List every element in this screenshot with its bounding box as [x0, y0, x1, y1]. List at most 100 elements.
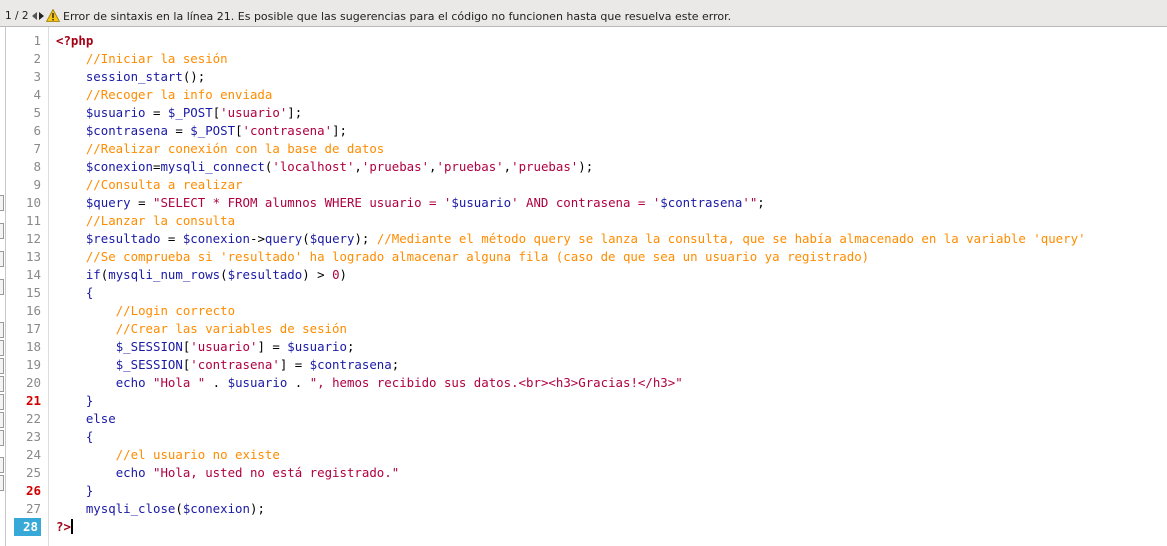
code-line[interactable]: echo "Hola, usted no está registrado.": [56, 464, 1086, 482]
panel-tab-icon[interactable]: [0, 394, 4, 410]
line-number[interactable]: 22: [6, 410, 41, 428]
code-line[interactable]: //Se comprueba si 'resultado' ha logrado…: [56, 248, 1086, 266]
line-number[interactable]: 8: [6, 158, 41, 176]
panel-tab-icon[interactable]: [0, 457, 4, 473]
code-line[interactable]: {: [56, 284, 1086, 302]
previous-error-icon[interactable]: [32, 12, 37, 20]
code-line[interactable]: }: [56, 392, 1086, 410]
line-number[interactable]: 10: [6, 194, 41, 212]
code-line[interactable]: mysqli_close($conexion);: [56, 500, 1086, 518]
line-number[interactable]: 20: [6, 374, 41, 392]
panel-tab-icon[interactable]: [0, 322, 4, 338]
code-line[interactable]: session_start();: [56, 68, 1086, 86]
code-line[interactable]: //Login correcto: [56, 302, 1086, 320]
code-token: (: [175, 501, 183, 516]
text-cursor: [70, 519, 73, 534]
line-number[interactable]: 4: [6, 86, 41, 104]
code-token: mysqli_close: [85, 501, 176, 516]
line-number[interactable]: 1: [6, 32, 41, 50]
code-line[interactable]: else: [56, 410, 1086, 428]
code-token: ,: [429, 159, 437, 174]
code-token: 0: [332, 267, 340, 282]
code-token: //Lanzar la consulta: [85, 213, 236, 228]
panel-tab-icon[interactable]: [0, 279, 4, 295]
line-number[interactable]: 19: [6, 356, 41, 374]
line-number[interactable]: 5: [6, 104, 41, 122]
code-token: else: [85, 411, 116, 426]
line-number[interactable]: 27: [6, 500, 41, 518]
line-number[interactable]: 3: [6, 68, 41, 86]
code-line[interactable]: $conexion=mysqli_connect('localhost','pr…: [56, 158, 1086, 176]
code-line[interactable]: //Consulta a realizar: [56, 176, 1086, 194]
panel-tab-icon[interactable]: [0, 223, 4, 239]
code-token: {: [85, 429, 94, 444]
panel-tab-icon[interactable]: [0, 430, 4, 446]
code-line[interactable]: {: [56, 428, 1086, 446]
code-line[interactable]: $resultado = $conexion->query($query); /…: [56, 230, 1086, 248]
next-error-icon[interactable]: [39, 12, 44, 20]
code-token: "SELECT * FROM alumnos WHERE usuario = ': [153, 195, 452, 210]
panel-tab-icon[interactable]: [0, 340, 4, 356]
panel-tab-icon[interactable]: [0, 475, 4, 491]
line-number[interactable]: 17: [6, 320, 41, 338]
line-number[interactable]: 15: [6, 284, 41, 302]
code-editor[interactable]: <?php //Iniciar la sesión session_start(…: [56, 32, 1086, 536]
code-line[interactable]: //Realizar conexión con la base de datos: [56, 140, 1086, 158]
line-number[interactable]: 9: [6, 176, 41, 194]
code-token: $query: [85, 195, 131, 210]
line-number[interactable]: 16: [6, 302, 41, 320]
line-number[interactable]: 18: [6, 338, 41, 356]
panel-tab-icon[interactable]: [0, 412, 4, 428]
code-line[interactable]: <?php: [56, 32, 1086, 50]
code-line[interactable]: $_SESSION['contrasena'] = $contrasena;: [56, 356, 1086, 374]
warning-icon: [46, 9, 60, 22]
code-token: ];: [332, 123, 347, 138]
code-line[interactable]: $query = "SELECT * FROM alumnos WHERE us…: [56, 194, 1086, 212]
line-number[interactable]: 6: [6, 122, 41, 140]
line-number[interactable]: 13: [6, 248, 41, 266]
line-number[interactable]: 2: [6, 50, 41, 68]
code-line[interactable]: //Iniciar la sesión: [56, 50, 1086, 68]
panel-tab-icon[interactable]: [0, 195, 4, 211]
code-line[interactable]: if(mysqli_num_rows($resultado) > 0): [56, 266, 1086, 284]
code-line[interactable]: //Crear las variables de sesión: [56, 320, 1086, 338]
line-number[interactable]: 25: [6, 464, 41, 482]
code-token: session_start: [85, 69, 183, 84]
code-token: $contrasena: [660, 195, 743, 210]
line-number[interactable]: 28: [6, 518, 41, 536]
panel-tab-icon[interactable]: [0, 358, 4, 374]
code-line[interactable]: //Lanzar la consulta: [56, 212, 1086, 230]
code-line[interactable]: }: [56, 482, 1086, 500]
code-token: 'pruebas': [436, 159, 504, 174]
code-line[interactable]: echo "Hola " . $usuario . ", hemos recib…: [56, 374, 1086, 392]
code-line[interactable]: $_SESSION['usuario'] = $usuario;: [56, 338, 1086, 356]
code-line[interactable]: //el usuario no existe: [56, 446, 1086, 464]
code-token: [: [235, 123, 243, 138]
code-line[interactable]: $usuario = $_POST['usuario'];: [56, 104, 1086, 122]
code-line[interactable]: ?>: [56, 518, 1086, 536]
panel-tab-icon[interactable]: [0, 251, 4, 267]
line-number[interactable]: 14: [6, 266, 41, 284]
panel-tab-icon[interactable]: [0, 376, 4, 392]
line-number[interactable]: 21: [6, 392, 41, 410]
line-number[interactable]: 26: [6, 482, 41, 500]
code-line[interactable]: $contrasena = $_POST['contrasena'];: [56, 122, 1086, 140]
line-number[interactable]: 12: [6, 230, 41, 248]
line-number[interactable]: 11: [6, 212, 41, 230]
code-token: );: [249, 501, 265, 516]
line-number-gutter[interactable]: 1 2 3 4 5 6 7 8 9 10 11 12 13 14 15 16 17 18 19 20 21 22 23 24 2…: [6, 27, 41, 546]
code-line[interactable]: //Recoger la info enviada: [56, 86, 1086, 104]
code-token: echo: [115, 375, 146, 390]
error-message: Error de sintaxis en la línea 21. Es pos…: [63, 10, 732, 23]
line-number[interactable]: 23: [6, 428, 41, 446]
line-number[interactable]: 7: [6, 140, 41, 158]
line-number[interactable]: 24: [6, 446, 41, 464]
